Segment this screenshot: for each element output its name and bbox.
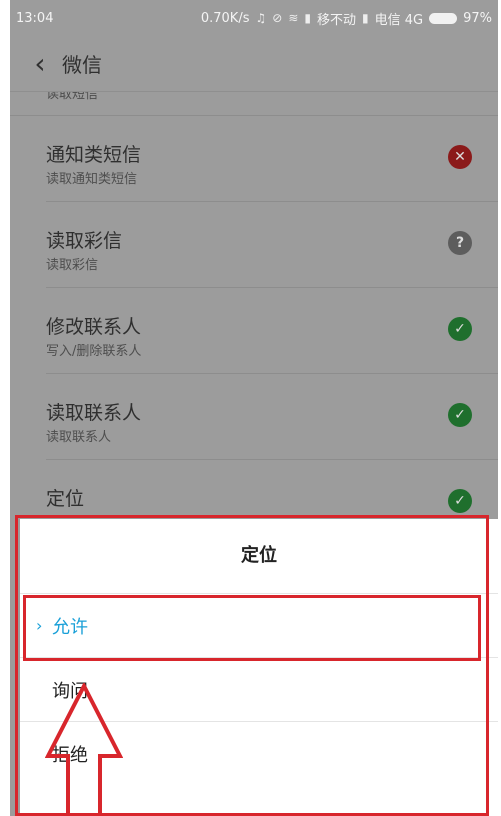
signal-icon: ▮ xyxy=(362,11,369,25)
phone-screen: 13:04 0.70K/s ♫ ⊘ ≋ ▮ 移不动 ▮ 电信 4G 97% ‹ … xyxy=(10,0,498,816)
allow-status-icon: ✓ xyxy=(448,317,472,341)
permission-title: 修改联系人 xyxy=(46,316,142,338)
status-indicators: 0.70K/s ♫ ⊘ ≋ ▮ 移不动 ▮ 电信 4G 97% xyxy=(66,9,492,28)
allow-status-icon: ✓ xyxy=(448,403,472,427)
headphones-icon: ♫ xyxy=(255,11,267,25)
permission-item[interactable]: 读取彩信 读取彩信 ? xyxy=(46,202,498,288)
network-speed: 0.70K/s xyxy=(200,10,250,26)
permission-title: 通知类短信 xyxy=(46,144,142,166)
permission-title: 读取彩信 xyxy=(46,230,123,252)
option-label: 允许 xyxy=(52,616,88,638)
partial-permission-label: 读取短信 xyxy=(10,92,498,116)
ask-status-icon: ? xyxy=(448,231,472,255)
permission-description: 读取通知类短信 xyxy=(46,172,138,187)
location-permission-dialog: 定位 › 允许 询问 拒绝 xyxy=(20,519,498,816)
permission-item[interactable]: 读取联系人 读取联系人 ✓ xyxy=(46,374,498,460)
permission-item[interactable]: 通知类短信 读取通知类短信 ✕ xyxy=(46,116,498,202)
mute-icon: ⊘ xyxy=(272,11,283,25)
option-label: 拒绝 xyxy=(52,744,88,766)
permission-description: 写入/删除联系人 xyxy=(46,344,142,359)
option-allow[interactable]: › 允许 xyxy=(20,593,498,657)
permission-title: 定位 xyxy=(46,488,85,510)
battery-level: 97% xyxy=(463,10,492,26)
carrier-2: 电信 4G xyxy=(374,12,424,28)
battery-icon xyxy=(429,12,458,24)
option-ask[interactable]: 询问 xyxy=(20,657,498,721)
permission-list: 读取短信 通知类短信 读取通知类短信 ✕ 读取彩信 读取彩信 ? 修改联系人 写… xyxy=(10,92,498,546)
deny-status-icon: ✕ xyxy=(448,145,472,169)
dialog-title: 定位 xyxy=(241,545,277,566)
carrier-1: 移不动 xyxy=(316,12,356,28)
option-deny[interactable]: 拒绝 xyxy=(20,721,498,785)
permission-title: 读取联系人 xyxy=(46,402,142,424)
allow-status-icon: ✓ xyxy=(448,489,472,513)
wifi-icon: ≋ xyxy=(288,11,299,25)
app-title: 微信 xyxy=(62,53,102,77)
option-label: 询问 xyxy=(52,680,88,702)
permission-item[interactable]: 修改联系人 写入/删除联系人 ✓ xyxy=(46,288,498,374)
status-bar: 13:04 0.70K/s ♫ ⊘ ≋ ▮ 移不动 ▮ 电信 4G 97% xyxy=(10,0,498,36)
permission-description: 读取联系人 xyxy=(46,430,112,445)
back-icon[interactable]: ‹ xyxy=(18,47,62,80)
signal-icon: ▮ xyxy=(304,11,311,25)
chevron-right-icon: › xyxy=(36,616,43,635)
status-time: 13:04 xyxy=(16,10,54,26)
app-titlebar: ‹ 微信 xyxy=(10,36,498,92)
permission-description: 读取彩信 xyxy=(46,258,99,273)
